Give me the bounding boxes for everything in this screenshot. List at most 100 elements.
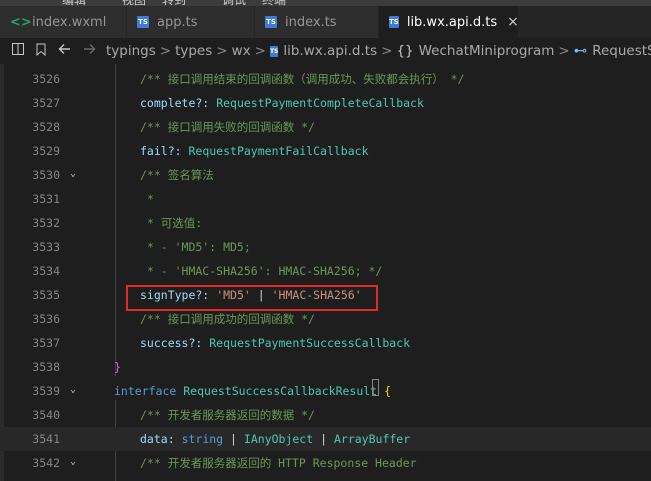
line-number: 3537 xyxy=(32,336,60,350)
chevron-down-icon[interactable]: ⌄ xyxy=(70,455,80,469)
line-code: fail?: RequestPaymentFailCallback xyxy=(140,139,369,163)
layout-split-icon[interactable] xyxy=(12,43,24,59)
comment: /** 接口调用结束的回调函数（调用成功、失败都会执行） */ xyxy=(140,72,465,86)
line-code: * xyxy=(140,187,154,211)
comment: /** 开发者服务器返回的 HTTP Response Header xyxy=(140,456,417,470)
ts-icon: TS xyxy=(265,16,277,28)
breadcrumb-separator: > xyxy=(254,43,266,59)
code-line[interactable]: 3526 /** 接口调用结束的回调函数（调用成功、失败都会执行） */ xyxy=(0,67,651,91)
namespace-icon: {} xyxy=(396,43,414,59)
property-name: success?: xyxy=(140,336,203,350)
tab-label: index.ts xyxy=(285,14,337,30)
line-code: complete?: RequestPaymentCompleteCallbac… xyxy=(140,91,424,115)
line-code: success?: RequestPaymentSuccessCallback xyxy=(140,331,410,355)
line-number: 3532 xyxy=(32,216,60,230)
code-line[interactable]: 3530 ⌄ /** 签名算法 xyxy=(0,163,651,187)
breadcrumb-separator: > xyxy=(159,43,172,59)
editor-tab-bar: <> index.wxml TS app.ts TS index.ts TS l… xyxy=(0,6,651,38)
line-number: 3526 xyxy=(32,72,60,86)
line-code: * - 'MD5': MD5; xyxy=(140,235,251,259)
property-name: complete?: xyxy=(140,96,210,110)
code-line-current[interactable]: 3541 data: string | IAnyObject | ArrayBu… xyxy=(0,427,651,451)
comment: /** 签名算法 xyxy=(140,168,214,182)
line-number: 3538 xyxy=(32,360,60,374)
comment: * - 'HMAC-SHA256': HMAC-SHA256; */ xyxy=(140,264,383,278)
code-line[interactable]: 3527 complete?: RequestPaymentCompleteCa… xyxy=(0,91,651,115)
tab-index-ts[interactable]: TS index.ts xyxy=(255,6,379,38)
line-code: } xyxy=(114,355,121,379)
breadcrumb: typings > types > wx > TS lib.wx.api.d.t… xyxy=(0,38,651,64)
wxml-icon: <> xyxy=(10,14,32,30)
line-number: 3534 xyxy=(32,264,60,278)
type-name: RequestPaymentCompleteCallback xyxy=(216,96,424,110)
comment: * 可选值: xyxy=(140,216,203,230)
code-line[interactable]: 3528 /** 接口调用失败的回调函数 */ xyxy=(0,115,651,139)
line-number: 3541 xyxy=(32,432,60,446)
line-number: 3527 xyxy=(32,96,60,110)
tab-index-wxml[interactable]: <> index.wxml xyxy=(0,6,127,38)
opening-brace: { xyxy=(384,384,391,398)
line-number: 3528 xyxy=(32,120,60,134)
line-number: 3536 xyxy=(32,312,60,326)
breadcrumb-separator: > xyxy=(558,43,570,59)
property-name: data: xyxy=(140,432,175,446)
code-line[interactable]: 3540 /** 开发者服务器返回的数据 */ xyxy=(0,403,651,427)
tab-label: app.ts xyxy=(157,14,198,30)
union-operator: | xyxy=(230,432,237,446)
keyword: string xyxy=(181,432,224,446)
breadcrumb-item[interactable]: wx xyxy=(232,43,251,59)
code-editor[interactable]: 3526 /** 接口调用结束的回调函数（调用成功、失败都会执行） */ 352… xyxy=(0,64,651,481)
line-code: * - 'HMAC-SHA256': HMAC-SHA256; */ xyxy=(140,259,382,283)
chevron-down-icon[interactable]: ⌄ xyxy=(70,383,80,397)
tab-app-ts[interactable]: TS app.ts xyxy=(127,6,255,38)
code-line[interactable]: 3533 * - 'MD5': MD5; xyxy=(0,235,651,259)
tab-label: index.wxml xyxy=(32,14,107,30)
chevron-down-icon[interactable]: ⌄ xyxy=(70,167,80,181)
line-number: 3535 xyxy=(32,288,60,302)
code-line[interactable]: 3529 fail?: RequestPaymentFailCallback xyxy=(0,139,651,163)
tab-label: lib.wx.api.d.ts xyxy=(406,14,498,30)
line-code: * 可选值: xyxy=(140,211,202,235)
breadcrumb-separator: > xyxy=(216,43,228,59)
back-arrow-icon[interactable] xyxy=(58,43,71,59)
breadcrumb-item[interactable]: typings xyxy=(106,43,156,59)
line-code: /** 开发者服务器返回的 HTTP Response Header xyxy=(140,451,417,475)
bookmark-icon[interactable] xyxy=(36,43,46,60)
type-name: RequestPaymentFailCallback xyxy=(188,144,369,158)
line-number: 3539 xyxy=(32,384,60,398)
breadcrumb-item[interactable]: lib.wx.api.d.ts xyxy=(283,43,377,59)
code-line[interactable]: 3534 * - 'HMAC-SHA256': HMAC-SHA256; */ xyxy=(0,259,651,283)
line-number: 3533 xyxy=(32,240,60,254)
code-line[interactable]: 3538 } xyxy=(0,355,651,379)
union-operator: | xyxy=(320,432,328,446)
line-code: /** 接口调用结束的回调函数（调用成功、失败都会执行） */ xyxy=(140,67,464,91)
close-icon[interactable]: × xyxy=(507,14,519,30)
type-name: IAnyObject xyxy=(243,432,314,446)
line-number: 3529 xyxy=(32,144,60,158)
bracket-match-box xyxy=(372,379,379,396)
code-line[interactable]: 3532 * 可选值: xyxy=(0,211,651,235)
code-line[interactable]: 3537 success?: RequestPaymentSuccessCall… xyxy=(0,331,651,355)
code-line[interactable]: 3531 * xyxy=(0,187,651,211)
code-line[interactable]: 3539 ⌄ interface RequestSuccessCallbackR… xyxy=(0,379,651,403)
code-line[interactable]: 3542 ⌄ /** 开发者服务器返回的 HTTP Response Heade… xyxy=(0,451,651,475)
comment: /** 接口调用成功的回调函数 */ xyxy=(140,312,315,326)
breadcrumb-item[interactable]: RequestSu xyxy=(592,43,651,59)
line-code: interface RequestSuccessCallbackResult { xyxy=(114,379,391,403)
line-code: /** 签名算法 xyxy=(140,163,214,187)
breadcrumb-item[interactable]: WechatMiniprogram xyxy=(419,43,555,59)
type-name: ArrayBuffer xyxy=(333,432,411,446)
tab-lib-wx-api-d-ts[interactable]: TS lib.wx.api.d.ts × xyxy=(379,6,519,38)
forward-arrow-icon[interactable] xyxy=(83,43,96,59)
breadcrumb-separator: > xyxy=(381,43,393,59)
comment: /** 开发者服务器返回的数据 */ xyxy=(140,408,315,422)
comment: /** 接口调用失败的回调函数 */ xyxy=(140,120,315,134)
breadcrumb-item[interactable]: types xyxy=(175,43,212,59)
type-name: RequestSuccessCallbackResult xyxy=(183,384,378,398)
property-icon: ⊷ xyxy=(573,43,588,59)
line-number: 3540 xyxy=(32,408,60,422)
type-name: RequestPaymentSuccessCallback xyxy=(209,336,411,350)
line-code: /** 接口调用失败的回调函数 */ xyxy=(140,115,315,139)
ts-icon: TS xyxy=(389,16,399,28)
line-code: data: string | IAnyObject | ArrayBuffer xyxy=(140,427,410,451)
